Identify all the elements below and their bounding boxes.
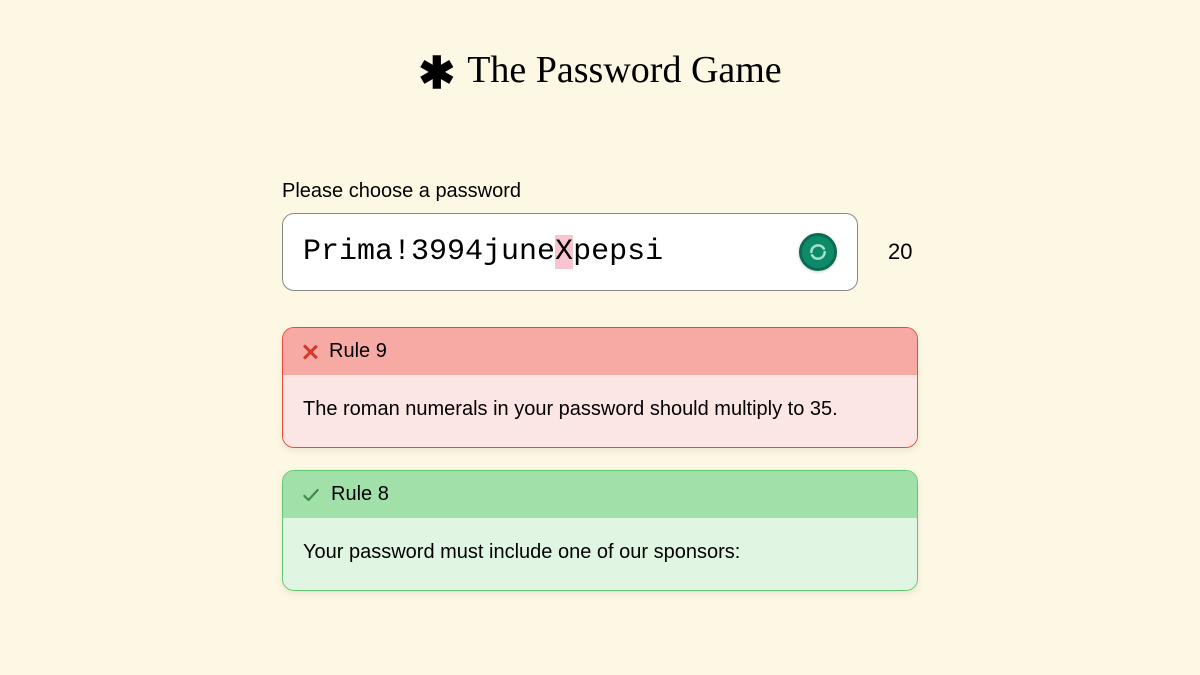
refresh-button[interactable] xyxy=(799,233,837,271)
refresh-icon xyxy=(808,242,828,262)
rule-card-8: Rule 8 Your password must include one of… xyxy=(282,470,918,591)
rule-header: Rule 9 xyxy=(283,328,917,375)
check-icon xyxy=(301,485,321,505)
password-text: Prima!3994juneXpepsi xyxy=(303,235,799,269)
prompt-label: Please choose a password xyxy=(282,180,918,203)
x-icon xyxy=(301,343,319,361)
rule-number: Rule 9 xyxy=(329,340,387,363)
rule-text: Your password must include one of our sp… xyxy=(283,518,917,590)
rule-text: The roman numerals in your password shou… xyxy=(283,375,917,447)
password-highlight: X xyxy=(555,235,573,269)
page-title: ✱ The Password Game xyxy=(418,48,781,92)
asterisk-icon: ✱ xyxy=(418,52,455,96)
password-input[interactable]: Prima!3994juneXpepsi xyxy=(282,213,858,291)
title-text: The Password Game xyxy=(467,48,781,92)
rule-card-9: Rule 9 The roman numerals in your passwo… xyxy=(282,327,918,448)
rule-header: Rule 8 xyxy=(283,471,917,518)
character-count: 20 xyxy=(888,239,918,265)
rule-number: Rule 8 xyxy=(331,483,389,506)
